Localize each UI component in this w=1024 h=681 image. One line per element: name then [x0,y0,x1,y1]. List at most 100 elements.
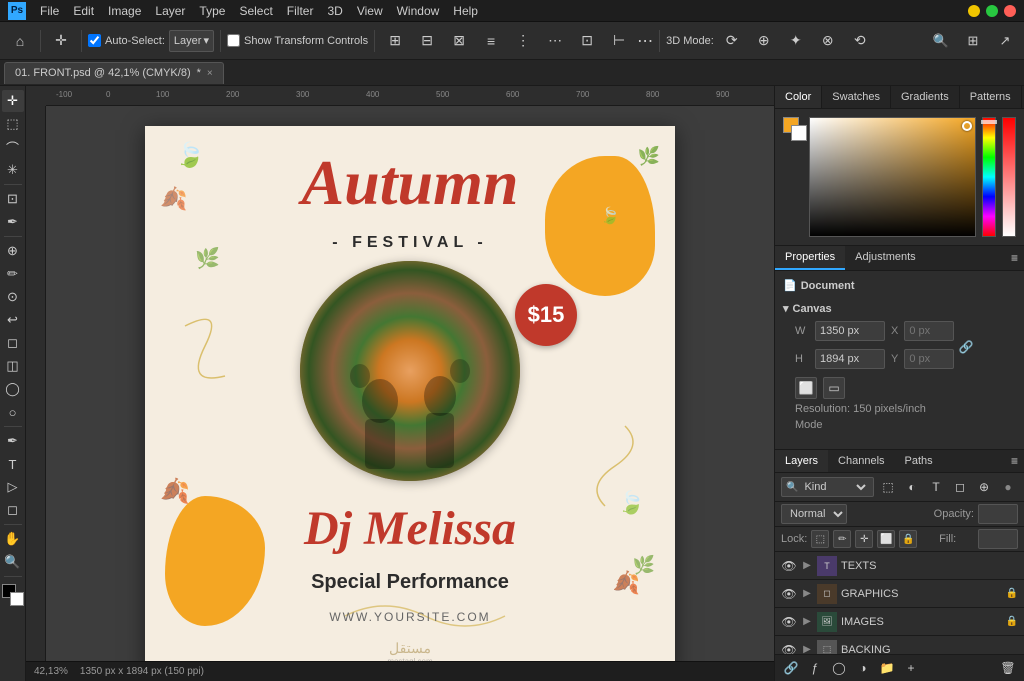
layers-panel-more[interactable]: ≡ [1005,450,1024,472]
eye-icon-images[interactable]: 👁 [781,614,797,630]
3d-move-btn[interactable]: ⊗ [814,27,842,55]
menu-filter[interactable]: Filter [287,4,314,18]
align-left-btn[interactable]: ⊞ [381,27,409,55]
color-gradient[interactable] [809,117,976,237]
new-fill-btn[interactable]: ◑ [853,658,873,678]
tab-patterns[interactable]: Patterns [960,86,1022,108]
menu-view[interactable]: View [357,4,383,18]
link-proportions-btn[interactable]: 🔗 [958,340,974,354]
auto-select-checkbox[interactable] [88,34,101,47]
height-input[interactable] [815,349,885,369]
align-center-btn[interactable]: ⊟ [413,27,441,55]
menu-help[interactable]: Help [453,4,478,18]
3d-rotate2-btn[interactable]: ⟲ [846,27,874,55]
heal-tool[interactable]: ⊕ [2,240,24,262]
background-swatch[interactable] [791,125,807,141]
filter-kind-select[interactable]: Kind [800,480,869,494]
props-panel-more[interactable]: ≡ [1005,246,1024,270]
eye-icon-graphics[interactable]: 👁 [781,586,797,602]
more-options-btn[interactable]: ⋯ [637,31,653,51]
expand-texts[interactable]: ▶ [801,560,813,571]
brush-tool[interactable]: ✏ [2,263,24,285]
layer-select[interactable]: Layer ▾ [169,30,214,52]
new-layer-btn[interactable]: + [901,658,921,678]
document-header[interactable]: 📄 Document [783,279,1016,292]
filter-toggle-btn[interactable]: ● [998,477,1018,497]
lock-artboard-btn[interactable]: ⬜ [877,530,895,548]
dist4-btn[interactable]: ⊢ [605,27,633,55]
menu-window[interactable]: Window [397,4,440,18]
3d-scale-btn[interactable]: ✦ [782,27,810,55]
width-input[interactable] [815,321,885,341]
zoom-tool[interactable]: 🔍 [2,551,24,573]
x-input[interactable] [904,321,954,341]
home-btn[interactable]: ⌂ [6,27,34,55]
lock-pixels-btn[interactable]: ⬚ [811,530,829,548]
expand-backing[interactable]: ▶ [801,644,813,654]
fill-input[interactable]: 100% [978,529,1018,549]
distribute-btn[interactable]: ⋮ [509,27,537,55]
move-tool-btn[interactable]: ✛ [47,27,75,55]
tab-properties[interactable]: Properties [775,246,845,270]
layer-texts[interactable]: 👁 ▶ T TEXTS [775,552,1024,580]
tab-close-btn[interactable]: × [207,68,213,79]
hand-tool[interactable]: ✋ [2,528,24,550]
portrait-btn[interactable]: ⬜ [795,377,817,399]
menu-image[interactable]: Image [108,4,141,18]
lasso-tool[interactable]: ⌒ [2,136,24,158]
lock-all-btn[interactable]: 🔒 [899,530,917,548]
landscape-btn[interactable]: ▭ [823,377,845,399]
y-input[interactable] [904,349,954,369]
eraser-tool[interactable]: ◻ [2,332,24,354]
saturation-slider[interactable] [1002,117,1016,237]
opacity-input[interactable]: 100% [978,504,1018,524]
expand-graphics[interactable]: ▶ [801,588,813,599]
selection-tool[interactable]: ⬚ [2,113,24,135]
search-btn[interactable]: 🔍 [928,28,954,54]
lock-paint-btn[interactable]: ✏ [833,530,851,548]
hue-slider[interactable] [982,117,996,237]
align-top-btn[interactable]: ≡ [477,27,505,55]
tab-paths[interactable]: Paths [895,450,943,472]
text-tool[interactable]: T [2,453,24,475]
magic-wand-tool[interactable]: ✳ [2,159,24,181]
filter-shape-btn[interactable]: ◻ [950,477,970,497]
add-style-btn[interactable]: ƒ [805,658,825,678]
tab-gradients[interactable]: Gradients [891,86,960,108]
menu-select[interactable]: Select [239,4,272,18]
path-tool[interactable]: ▷ [2,476,24,498]
layer-graphics[interactable]: 👁 ▶ ◻ GRAPHICS 🔒 [775,580,1024,608]
dist3-btn[interactable]: ⊡ [573,27,601,55]
tab-adjustments[interactable]: Adjustments [845,246,926,270]
tab-channels[interactable]: Channels [828,450,894,472]
menu-layer[interactable]: Layer [155,4,185,18]
delete-layer-btn[interactable]: 🗑 [998,658,1018,678]
filter-pixel-btn[interactable]: ⬚ [878,477,898,497]
eyedropper-tool[interactable]: ✒ [2,211,24,233]
canvas-header[interactable]: ▾ Canvas [783,302,1016,315]
eye-icon-backing[interactable]: 👁 [781,642,797,655]
menu-type[interactable]: Type [199,4,225,18]
menu-file[interactable]: File [40,4,59,18]
eye-icon-texts[interactable]: 👁 [781,558,797,574]
expand-images[interactable]: ▶ [801,616,813,627]
history-brush-tool[interactable]: ↩ [2,309,24,331]
minimize-btn[interactable] [968,5,980,17]
dodge-tool[interactable]: ○ [2,401,24,423]
maximize-btn[interactable] [986,5,998,17]
layer-images[interactable]: 👁 ▶ 🖼 IMAGES 🔒 [775,608,1024,636]
lock-position-btn[interactable]: ✛ [855,530,873,548]
tab-color[interactable]: Color [775,86,822,108]
shape-tool[interactable]: ◻ [2,499,24,521]
align-right-btn[interactable]: ⊠ [445,27,473,55]
pen-tool[interactable]: ✒ [2,430,24,452]
blend-mode-select[interactable]: Normal [781,504,847,524]
workspace-btn[interactable]: ⊞ [960,28,986,54]
tab-swatches[interactable]: Swatches [822,86,891,108]
stamp-tool[interactable]: ⊙ [2,286,24,308]
link-layers-btn[interactable]: 🔗 [781,658,801,678]
distribute2-btn[interactable]: ⋯ [541,27,569,55]
filter-smart-btn[interactable]: ⊕ [974,477,994,497]
menu-edit[interactable]: Edit [73,4,94,18]
menu-3d[interactable]: 3D [327,4,342,18]
